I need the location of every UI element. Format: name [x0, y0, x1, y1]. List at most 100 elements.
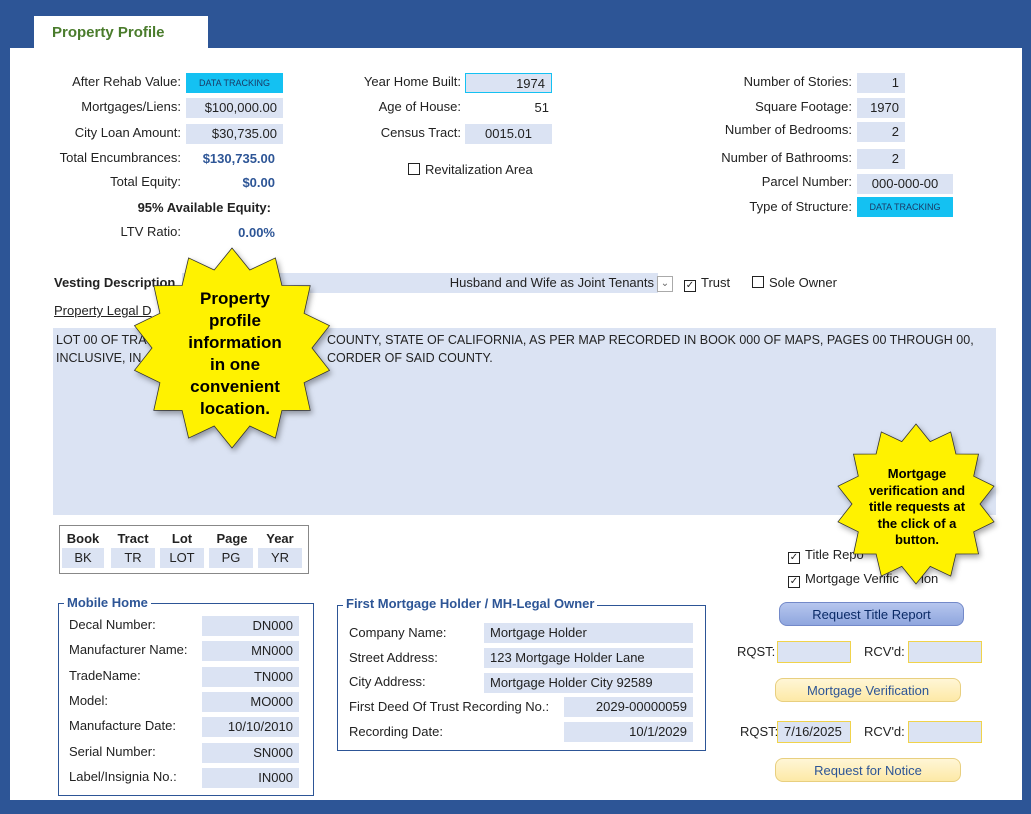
book-tract-table: Book Tract Lot Page Year BK TR LOT PG YR — [59, 525, 309, 574]
checkbox-checked-icon: ✓ — [788, 576, 800, 588]
callout-right-line: the click of a — [877, 515, 957, 531]
bedrooms-field[interactable]: 2 — [857, 122, 905, 142]
available-equity-label: 95% Available Equity: — [137, 200, 271, 215]
trust-label: Trust — [701, 275, 731, 290]
sole-owner-checkbox[interactable]: Sole Owner — [752, 275, 837, 290]
age-value: 51 — [534, 100, 549, 115]
callout-right-line: button. — [894, 532, 940, 547]
bathrooms-field[interactable]: 2 — [857, 149, 905, 169]
header-book: Book — [66, 531, 100, 546]
street-label: Street Address: — [349, 650, 438, 665]
company-label: Company Name: — [349, 625, 447, 640]
after-rehab-label: After Rehab Value: — [72, 74, 181, 89]
total-equity-value: $0.00 — [242, 175, 275, 190]
tab-label: Property Profile — [52, 24, 165, 41]
legal-line1-right: COUNTY, STATE OF CALIFORNIA, AS PER MAP … — [327, 333, 974, 347]
checkbox-icon — [752, 276, 764, 288]
mobile-home-label: Model: — [69, 692, 109, 708]
callout-left-text: Property profile information in one conv… — [160, 288, 310, 420]
mobile-home-field[interactable]: IN000 — [202, 767, 299, 788]
total-encumbrances-label: Total Encumbrances: — [59, 150, 181, 165]
chevron-down-icon[interactable]: ⌄ — [657, 276, 673, 292]
mobile-home-field[interactable]: 10/10/2010 — [202, 717, 299, 738]
sqft-label: Square Footage: — [755, 99, 852, 114]
revitalization-label: Revitalization Area — [425, 162, 533, 177]
mobile-home-label: Label/Insignia No.: — [69, 768, 177, 784]
callout-left-line: Property — [200, 289, 270, 308]
total-equity-label: Total Equity: — [110, 174, 181, 189]
city-address-label: City Address: — [349, 674, 426, 689]
census-label: Census Tract: — [380, 125, 461, 140]
rqst-field-2[interactable]: 7/16/2025 — [777, 721, 851, 743]
stories-label: Number of Stories: — [743, 74, 852, 89]
checkbox-icon — [408, 163, 420, 175]
header-page: Page — [216, 531, 248, 546]
mobile-home-label: Decal Number: — [69, 617, 156, 632]
mobile-home-field[interactable]: TN000 — [202, 666, 299, 687]
total-encumbrances-value: $130,735.00 — [202, 151, 275, 166]
city-address-field[interactable]: Mortgage Holder City 92589 — [484, 673, 693, 693]
mobile-home-field[interactable]: DN000 — [202, 616, 299, 636]
page-field[interactable]: PG — [209, 548, 253, 568]
callout-left-line: information — [188, 333, 282, 352]
mobile-home-label: Manufacturer Name: — [69, 642, 188, 658]
bedrooms-label: Number of Bedrooms: — [724, 122, 852, 137]
callout-left-line: in one — [209, 355, 261, 374]
first-mortgage-legend: First Mortgage Holder / MH-Legal Owner — [343, 596, 598, 611]
street-field[interactable]: 123 Mortgage Holder Lane — [484, 648, 693, 668]
city-loan-field[interactable]: $30,735.00 — [186, 124, 283, 144]
recording-date-label: Recording Date: — [349, 724, 443, 739]
callout-left-line: location. — [200, 399, 270, 418]
trust-checkbox[interactable]: ✓ Trust — [684, 275, 730, 292]
parcel-label: Parcel Number: — [761, 174, 852, 189]
book-field[interactable]: BK — [62, 548, 104, 568]
sqft-field[interactable]: 1970 — [857, 98, 905, 118]
header-lot: Lot — [171, 531, 193, 546]
rcvd-label-2: RCV'd: — [864, 724, 905, 739]
census-field[interactable]: 0015.01 — [465, 124, 552, 144]
deed-field[interactable]: 2029-00000059 — [564, 697, 693, 717]
year-field[interactable]: YR — [258, 548, 302, 568]
ltv-value: 0.00% — [238, 225, 275, 240]
mortgages-label: Mortgages/Liens: — [81, 99, 181, 114]
stories-field[interactable]: 1 — [857, 73, 905, 93]
deed-label: First Deed Of Trust Recording No.: — [349, 699, 550, 714]
mobile-home-label: Manufacture Date: — [69, 718, 176, 734]
rqst-label-1: RQST: — [737, 644, 776, 659]
parcel-field[interactable]: 000-000-00 — [857, 174, 953, 194]
year-built-field[interactable]: 1974 — [465, 73, 552, 93]
company-field[interactable]: Mortgage Holder — [484, 623, 693, 643]
mobile-home-label: Serial Number: — [69, 743, 156, 759]
recording-date-field[interactable]: 10/1/2029 — [564, 722, 693, 742]
header-year: Year — [266, 531, 294, 546]
rcvd-label-1: RCV'd: — [864, 644, 905, 659]
mobile-home-label: TradeName: — [69, 667, 141, 683]
lot-field[interactable]: LOT — [160, 548, 204, 568]
rcvd-field-2[interactable] — [908, 721, 982, 743]
mobile-home-field[interactable]: MN000 — [202, 641, 299, 662]
city-loan-label: City Loan Amount: — [74, 125, 181, 140]
request-for-notice-button[interactable]: Request for Notice — [775, 758, 961, 782]
callout-left-line: convenient — [190, 377, 280, 396]
after-rehab-value[interactable]: DATA TRACKING — [186, 73, 283, 93]
mobile-home-field[interactable]: SN000 — [202, 742, 299, 763]
request-title-report-button[interactable]: Request Title Report — [779, 602, 964, 626]
callout-right-line: Mortgage — [887, 466, 947, 481]
callout-right-line: verification and — [868, 482, 966, 498]
checkbox-checked-icon: ✓ — [788, 552, 800, 564]
rcvd-field-1[interactable] — [908, 641, 982, 663]
mobile-home-field[interactable]: MO000 — [202, 691, 299, 712]
mortgage-verification-button[interactable]: Mortgage Verification — [775, 678, 961, 702]
header-tract: Tract — [117, 531, 149, 546]
tab-property-profile[interactable]: Property Profile — [34, 16, 208, 50]
revitalization-checkbox[interactable]: Revitalization Area — [408, 162, 533, 177]
callout-left-line: profile — [209, 311, 261, 330]
sole-owner-label: Sole Owner — [769, 275, 837, 290]
callout-right-line: title requests at — [868, 499, 966, 514]
callout-right-text: Mortgage verification and title requests… — [850, 466, 984, 549]
rqst-field-1[interactable] — [777, 641, 851, 663]
tract-field[interactable]: TR — [111, 548, 155, 568]
checkbox-checked-icon: ✓ — [684, 280, 696, 292]
mortgages-field[interactable]: $100,000.00 — [186, 98, 283, 118]
structure-value[interactable]: DATA TRACKING — [857, 197, 953, 217]
